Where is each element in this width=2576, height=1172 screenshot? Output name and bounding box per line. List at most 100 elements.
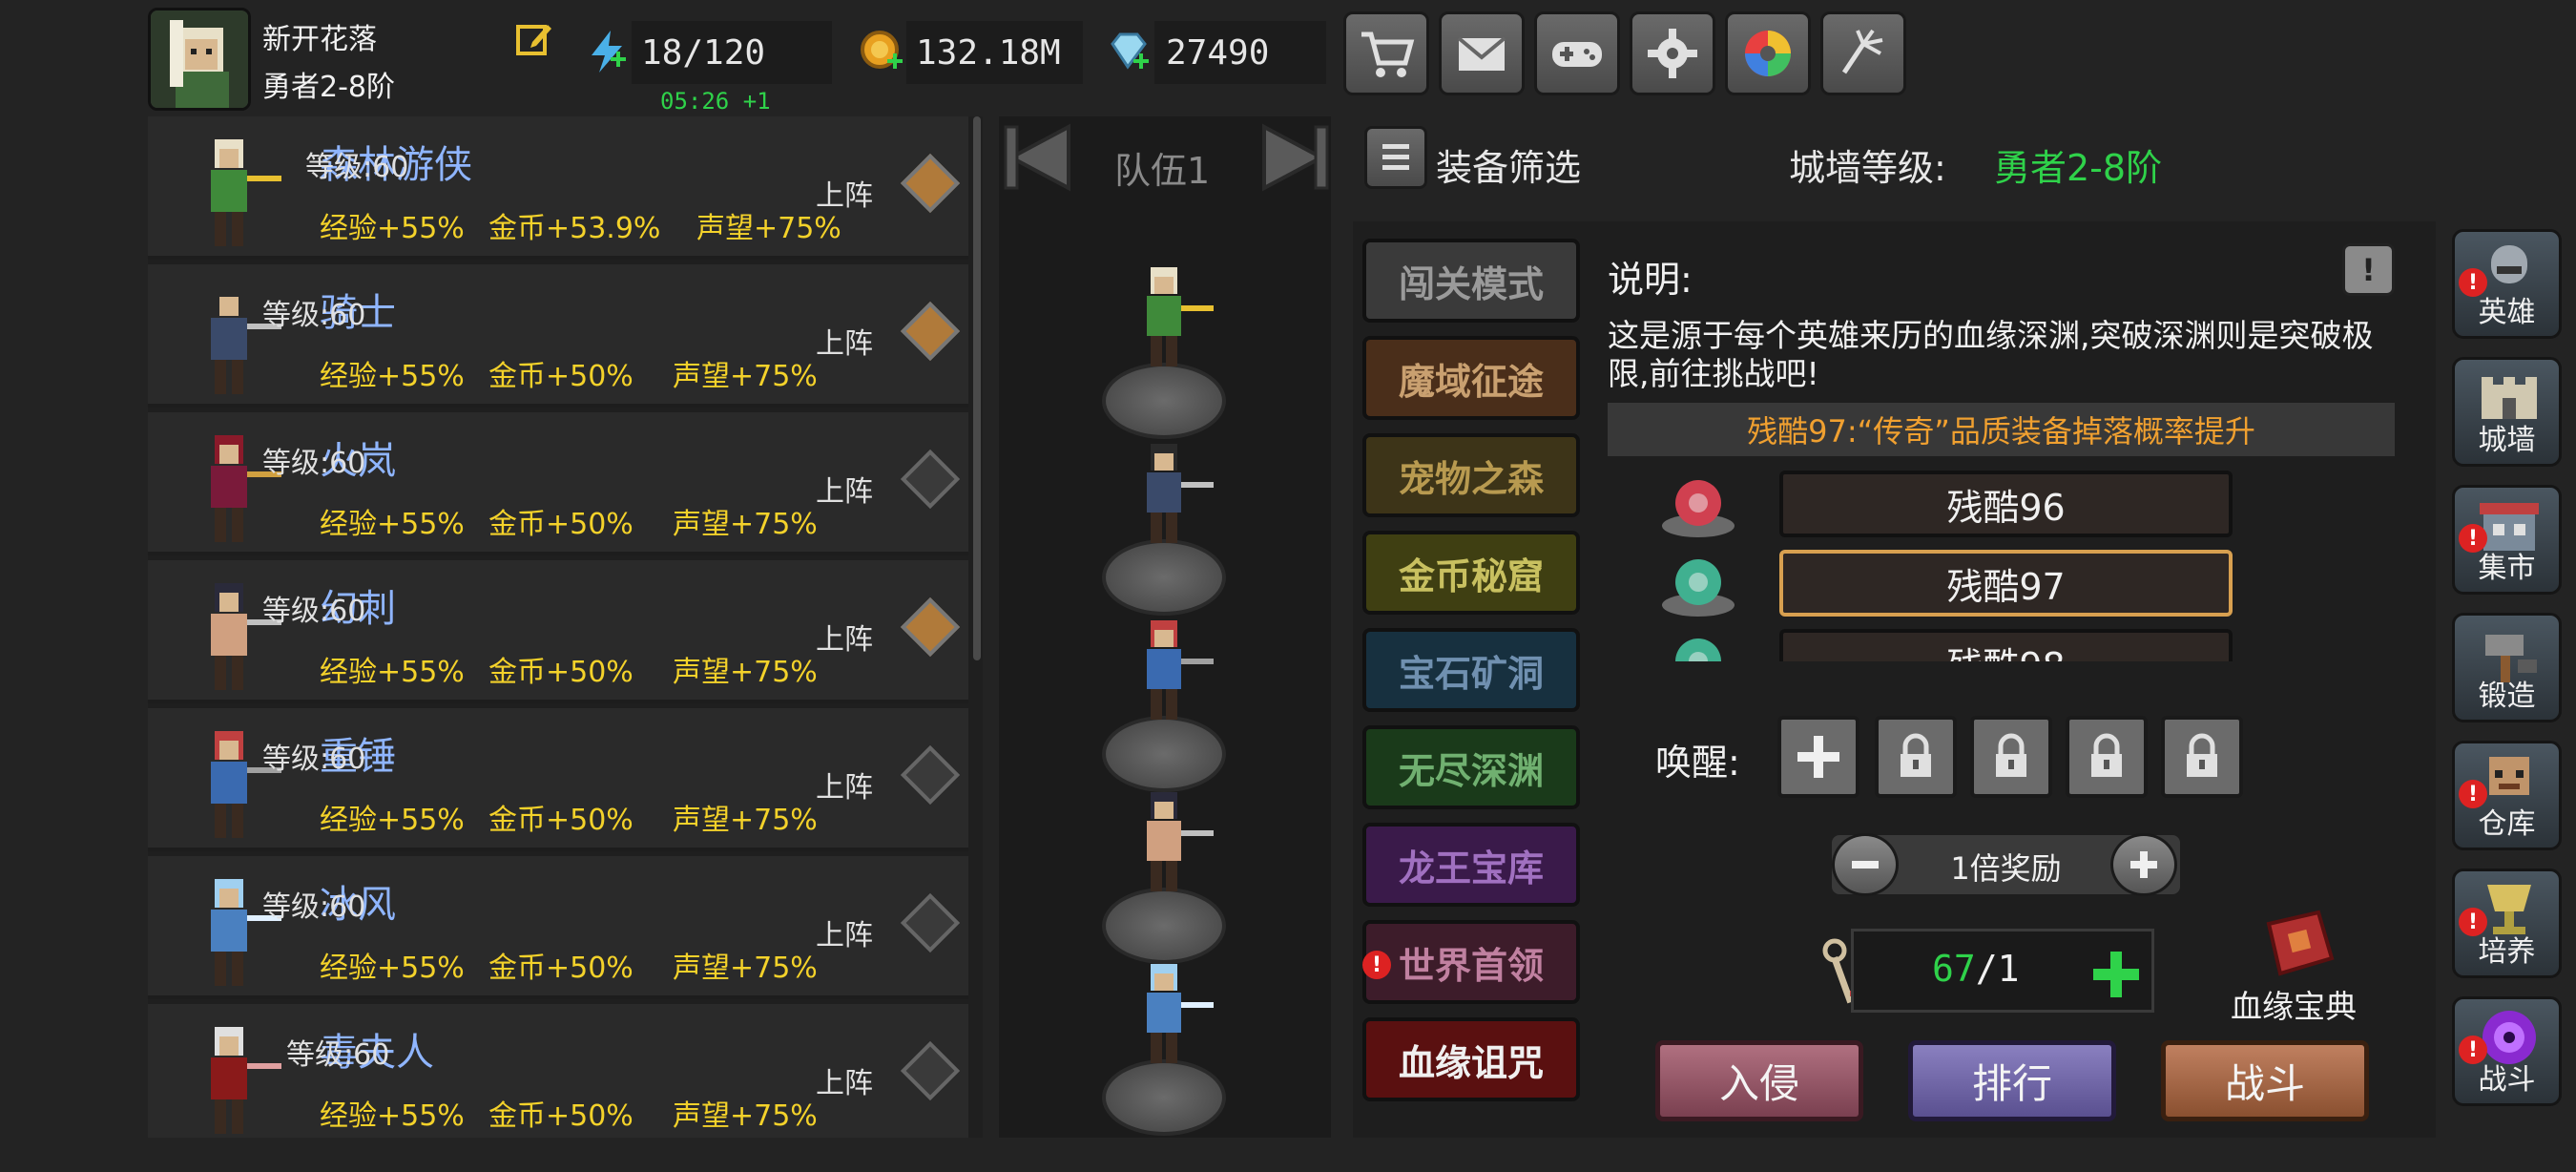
settings-button[interactable] xyxy=(1630,11,1715,95)
hero-gold-bonus: 金币+50% xyxy=(488,656,634,689)
multiplier-decrease-button[interactable] xyxy=(1832,833,1899,896)
info-icon[interactable]: ! xyxy=(2342,243,2395,296)
difficulty-item[interactable]: 残酷97 xyxy=(1779,550,2233,617)
equipment-filter-label[interactable]: 装备筛选 xyxy=(1436,138,1581,191)
hero-row[interactable]: 骑士 等级:60 经验+55% 金币+50% 声望+75% 上阵 xyxy=(148,264,968,408)
hero-deploy-label: 上阵 xyxy=(816,179,873,213)
hero-exp-bonus: 经验+55% xyxy=(320,656,465,689)
team-slot-pedestal[interactable] xyxy=(1102,716,1226,792)
awaken-locked-slot[interactable] xyxy=(1970,716,2052,798)
shop-button[interactable] xyxy=(1343,11,1429,95)
train-nav-button[interactable]: ! 培养 xyxy=(2452,869,2562,978)
hero-deploy-label: 上阵 xyxy=(816,771,873,805)
color-wheel-button[interactable] xyxy=(1725,11,1811,95)
mode-button[interactable]: 世界首领! xyxy=(1362,920,1580,1004)
team-next-arrow-icon[interactable] xyxy=(1255,119,1331,196)
hero-level: 等级:60 xyxy=(262,890,366,924)
sidebar-label: 仓库 xyxy=(2478,807,2536,841)
market-nav-button[interactable]: ! 集市 xyxy=(2452,485,2562,595)
team-member-sprite[interactable] xyxy=(1107,954,1221,1069)
bloodline-book-label[interactable]: 血缘宝典 xyxy=(2231,981,2357,1027)
bloodline-book-icon[interactable] xyxy=(2261,907,2337,978)
hero-list[interactable]: 森林游侠 等级:60 经验+55% 金币+53.9% 声望+75% 上阵 骑士 … xyxy=(148,116,983,1138)
hero-exp-bonus: 经验+55% xyxy=(320,804,465,837)
hero-deploy-label: 上阵 xyxy=(816,919,873,952)
forge-nav-button[interactable]: 锻造 xyxy=(2452,613,2562,722)
mode-button[interactable]: 魔域征途 xyxy=(1362,336,1580,420)
team-member-sprite[interactable] xyxy=(1107,258,1221,372)
hero-deploy-label: 上阵 xyxy=(816,1067,873,1100)
hero-row[interactable]: 毒夫人 等级:60 经验+55% 金币+50% 声望+75% 上阵 xyxy=(148,1004,968,1138)
mode-button[interactable]: 血缘诅咒 xyxy=(1362,1017,1580,1101)
hero-deploy-toggle[interactable] xyxy=(900,892,961,953)
equipment-filter-button[interactable] xyxy=(1364,126,1427,189)
player-avatar[interactable] xyxy=(148,8,251,111)
hero-deploy-toggle[interactable] xyxy=(900,301,961,362)
hero-gold-bonus: 金币+50% xyxy=(488,1099,634,1133)
hero-row[interactable]: 幻刺 等级:60 经验+55% 金币+50% 声望+75% 上阵 xyxy=(148,560,968,703)
team-member-sprite[interactable] xyxy=(1107,783,1221,897)
hero-deploy-label: 上阵 xyxy=(816,623,873,657)
hero-row[interactable]: 火岚 等级:60 经验+55% 金币+50% 声望+75% 上阵 xyxy=(148,412,968,555)
sidebar-label: 城墙 xyxy=(2478,424,2536,457)
add-ticket-button[interactable] xyxy=(2089,948,2143,1001)
mode-button[interactable]: 宠物之森 xyxy=(1362,433,1580,517)
multiplier-increase-button[interactable] xyxy=(2110,833,2177,896)
battle-nav-button[interactable]: ! 战斗 xyxy=(2452,996,2562,1106)
warehouse-nav-button[interactable]: ! 仓库 xyxy=(2452,741,2562,850)
diamond-icon xyxy=(1105,29,1151,74)
diamond-value: 27490 xyxy=(1166,32,1270,73)
team-member-sprite[interactable] xyxy=(1107,611,1221,725)
mode-button[interactable]: 宝石矿洞 xyxy=(1362,628,1580,712)
gamepad-button[interactable] xyxy=(1534,11,1620,95)
hero-deploy-toggle[interactable] xyxy=(900,1040,961,1101)
hero-fame-bonus: 声望+75% xyxy=(673,1099,818,1133)
invade-button[interactable]: 入侵 xyxy=(1655,1040,1863,1121)
fireworks-button[interactable] xyxy=(1820,11,1906,95)
edit-icon[interactable] xyxy=(515,19,553,57)
team-slot-pedestal[interactable] xyxy=(1102,1059,1226,1136)
hero-deploy-toggle[interactable] xyxy=(900,744,961,806)
hero-list-scrollbar[interactable] xyxy=(973,116,981,660)
mode-button[interactable]: 金币秘窟 xyxy=(1362,531,1580,615)
difficulty-flower-icon xyxy=(1675,638,1721,661)
battle-button[interactable]: 战斗 xyxy=(2161,1040,2369,1121)
hero-row[interactable]: 冰风 等级:60 经验+55% 金币+50% 声望+75% 上阵 xyxy=(148,856,968,999)
awaken-locked-slot[interactable] xyxy=(2161,716,2243,798)
hero-deploy-toggle[interactable] xyxy=(900,596,961,658)
hero-row[interactable]: 森林游侠 等级:60 经验+55% 金币+53.9% 声望+75% 上阵 xyxy=(148,116,968,260)
difficulty-label: 残酷98 xyxy=(1946,637,2065,662)
wall-nav-button[interactable]: 城墙 xyxy=(2452,357,2562,467)
mode-button[interactable]: 闯关模式 xyxy=(1362,239,1580,323)
team-member-sprite[interactable] xyxy=(1107,434,1221,549)
awaken-locked-slot[interactable] xyxy=(1875,716,1957,798)
hero-deploy-toggle[interactable] xyxy=(900,153,961,214)
difficulty-list[interactable]: 残酷96 残酷97 残酷98 xyxy=(1655,466,2247,661)
team-label: 队伍1 xyxy=(1114,150,1211,192)
mode-label: 魔域征途 xyxy=(1398,360,1544,403)
awaken-add-slot[interactable] xyxy=(1777,716,1859,798)
team-prev-arrow-icon[interactable] xyxy=(1002,119,1078,196)
energy-icon xyxy=(584,29,630,74)
mode-button[interactable]: 龙王宝库 xyxy=(1362,823,1580,907)
awaken-locked-slot[interactable] xyxy=(2066,716,2148,798)
hero-nav-button[interactable]: ! 英雄 xyxy=(2452,229,2562,339)
difficulty-item[interactable]: 残酷98 xyxy=(1779,629,2233,661)
hero-level: 等级:60 xyxy=(286,1038,390,1072)
action-label: 战斗 xyxy=(2224,1060,2305,1107)
hero-deploy-toggle[interactable] xyxy=(900,449,961,510)
level-bonus-bar: 残酷97:“传奇”品质装备掉落概率提升 xyxy=(1608,403,2395,456)
difficulty-item[interactable]: 残酷96 xyxy=(1779,471,2233,537)
sidebar-label: 培养 xyxy=(2478,935,2536,969)
hero-row[interactable]: 重锤 等级:60 经验+55% 金币+50% 声望+75% 上阵 xyxy=(148,708,968,851)
team-slot-pedestal[interactable] xyxy=(1102,539,1226,616)
team-slot-pedestal[interactable] xyxy=(1102,363,1226,439)
hero-level: 等级:60 xyxy=(262,299,366,332)
ranking-button[interactable]: 排行 xyxy=(1908,1040,2116,1121)
hero-level: 等级:60 xyxy=(262,595,366,628)
hero-level: 等级:60 xyxy=(262,447,366,480)
mail-button[interactable] xyxy=(1439,11,1525,95)
mode-button[interactable]: 无尽深渊 xyxy=(1362,725,1580,809)
difficulty-label: 残酷97 xyxy=(1946,565,2066,608)
team-slot-pedestal[interactable] xyxy=(1102,888,1226,964)
